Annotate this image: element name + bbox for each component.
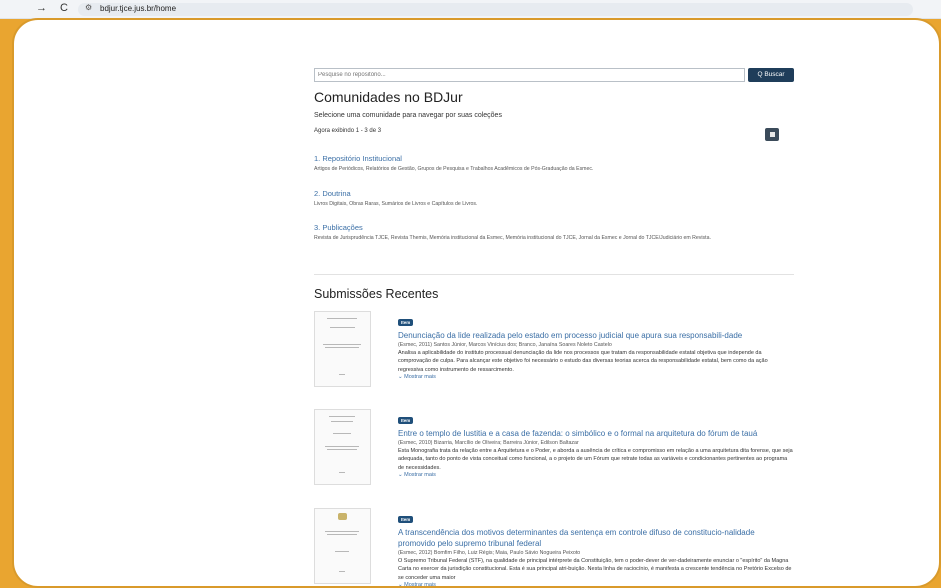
site-settings-icon[interactable]: ⚙ <box>85 3 92 12</box>
url-text[interactable]: bdjur.tjce.jus.br/home <box>100 4 176 13</box>
address-bar[interactable] <box>78 3 913 16</box>
document-thumbnail[interactable] <box>314 409 371 485</box>
community-item: 1. Repositório Institucional Artigos de … <box>314 154 794 173</box>
item-abstract: Esta Monografia trata da relação entre a… <box>398 448 794 472</box>
search-input[interactable] <box>314 68 745 82</box>
page-title: Comunidades no BDJur <box>314 89 463 105</box>
item-authors: (Esmec, 2011) Santos Júnior, Marcos Viní… <box>398 342 612 348</box>
sort-options-button[interactable] <box>765 128 779 141</box>
item-badge: Item <box>398 319 414 326</box>
document-thumbnail[interactable] <box>314 508 371 584</box>
document-thumbnail[interactable] <box>314 311 371 387</box>
search-button[interactable]: Q Buscar <box>748 68 794 82</box>
pagination-info: Agora exibindo 1 - 3 de 3 <box>314 128 382 134</box>
item-title-link[interactable]: Entre o templo de Iustitia e a casa de f… <box>398 428 794 439</box>
community-item: 2. Doutrina Livros Digitais, Obras Raras… <box>314 189 794 208</box>
item-authors: (Esmec, 2010) Bizarria, Marcílio de Oliv… <box>398 440 579 446</box>
community-item: 3. Publicações Revista de Jurisprudência… <box>314 223 794 242</box>
search-bar: Q Buscar <box>314 68 794 82</box>
recent-submissions-title: Submissões Recentes <box>314 287 439 301</box>
item-authors: (Esmec, 2012) Bomfim Filho, Luiz Régis; … <box>398 550 581 556</box>
browser-toolbar: → C ⚙ bdjur.tjce.jus.br/home <box>0 0 941 19</box>
item-title-link[interactable]: A transcendência dos motivos determinant… <box>398 527 794 549</box>
page-subtitle: Selecione uma comunidade para navegar po… <box>314 112 502 119</box>
item-abstract: Analisa a aplicabilidade do instituto pr… <box>398 349 794 374</box>
community-link[interactable]: 3. Publicações <box>314 223 794 232</box>
community-link[interactable]: 2. Doutrina <box>314 189 794 198</box>
show-more-link[interactable]: ⌄ Mostrar mais <box>398 374 794 380</box>
forward-icon[interactable]: → <box>36 2 47 14</box>
community-description: Artigos de Periódicos, Relatórios de Ges… <box>314 166 594 172</box>
show-more-link[interactable]: ⌄ Mostrar mais <box>398 472 794 478</box>
show-more-link[interactable]: ⌄ Mostrar mais <box>398 582 794 586</box>
item-badge: Item <box>398 417 414 424</box>
reload-icon[interactable]: C <box>60 2 68 14</box>
section-divider <box>314 274 794 275</box>
community-description: Livros Digitais, Obras Raras, Sumários d… <box>314 201 478 207</box>
item-abstract: O Supremo Tribunal Federal (STF), na qua… <box>398 557 794 582</box>
options-icon <box>769 132 775 137</box>
community-link[interactable]: 1. Repositório Institucional <box>314 154 794 163</box>
item-title-link[interactable]: Denunciação da lide realizada pelo estad… <box>398 330 794 341</box>
item-badge: Item <box>398 516 414 523</box>
community-description: Revista de Jurisprudência TJCE, Revista … <box>314 235 711 241</box>
page-viewport: Q Buscar Comunidades no BDJur Selecione … <box>12 18 941 588</box>
